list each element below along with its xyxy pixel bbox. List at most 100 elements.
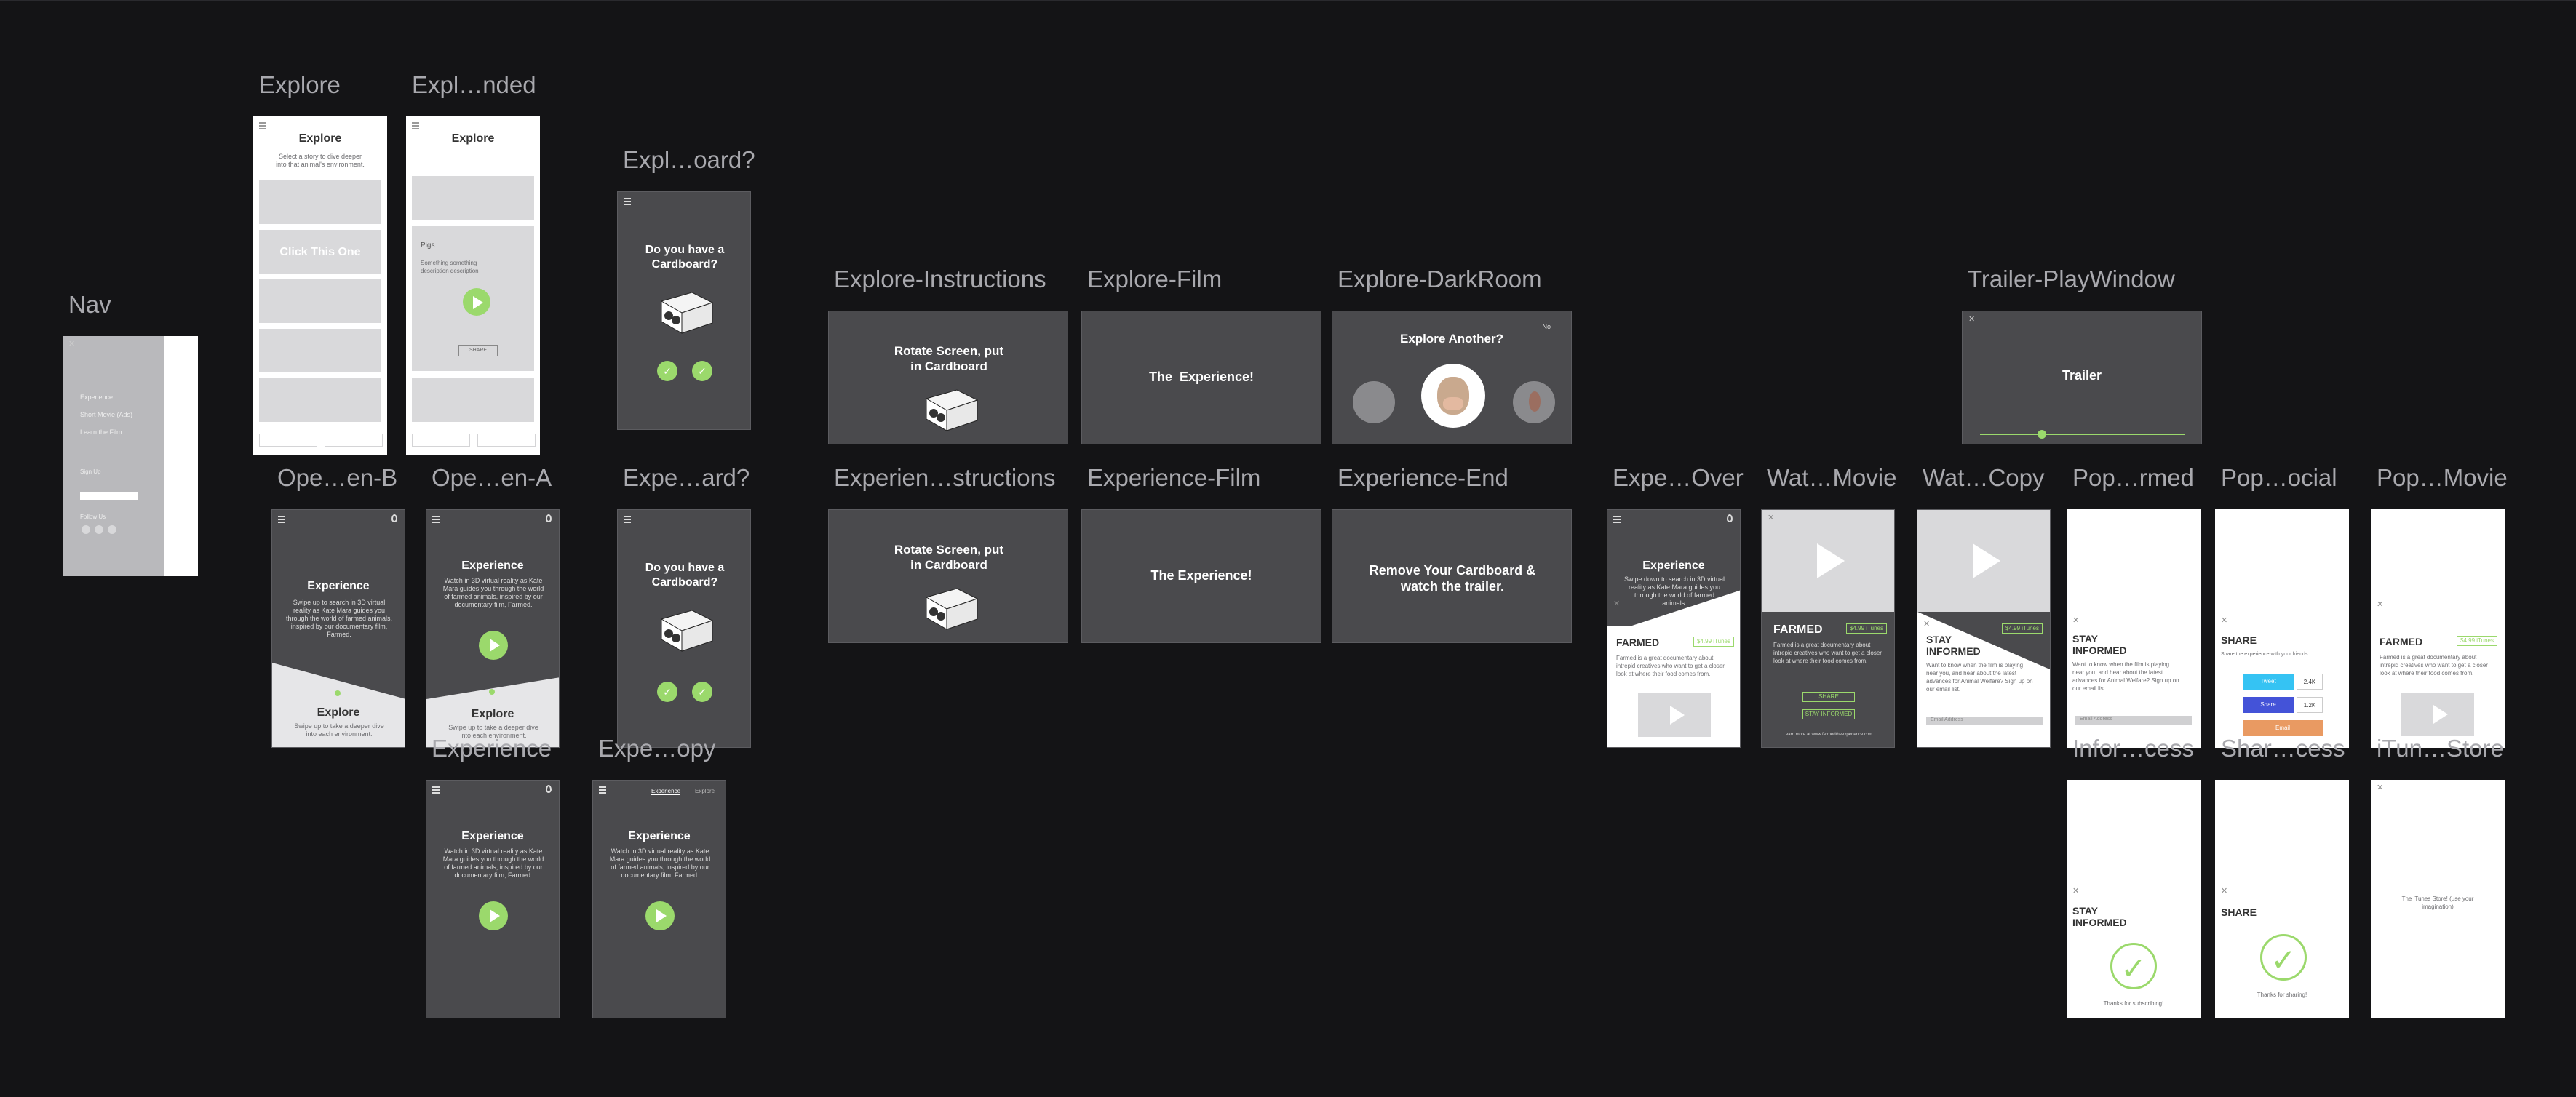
artboard-informed-success[interactable]: Infor…cess ✕ STAY INFORMED Thanks for su… xyxy=(2067,735,2201,1018)
menu-icon[interactable] xyxy=(432,516,440,523)
menu-icon[interactable] xyxy=(278,516,285,523)
artboard-explore-expanded[interactable]: Expl…nded Explore Pigs Something somethi… xyxy=(406,71,540,455)
bottom-tab[interactable] xyxy=(259,434,317,447)
footer-link[interactable]: Learn more at www.farmedtheexperience.co… xyxy=(1762,731,1894,739)
menu-icon[interactable] xyxy=(599,786,606,794)
itunes-tag[interactable]: $4.99 iTunes xyxy=(1693,637,1734,647)
artboard-experience-cardboard[interactable]: Expe…ard? Do you have a Cardboard? xyxy=(617,464,751,748)
bottom-tab[interactable] xyxy=(477,434,536,447)
facebook-icon[interactable] xyxy=(95,525,103,534)
story-card-highlight[interactable]: Click This One xyxy=(259,230,381,274)
progress-track[interactable] xyxy=(1980,434,2185,435)
tweet-button[interactable]: Tweet xyxy=(2243,674,2294,690)
close-icon[interactable]: ✕ xyxy=(2072,615,2079,625)
artboard-experience-instructions[interactable]: Experien…structions Rotate Screen, put i… xyxy=(828,464,1068,643)
close-icon[interactable]: ✕ xyxy=(2377,599,2383,609)
itunes-tag[interactable]: $4.99 iTunes xyxy=(2002,623,2043,634)
play-button[interactable] xyxy=(645,901,675,930)
artboard-explore-cardboard[interactable]: Expl…oard? Do you have a Cardboard? xyxy=(617,146,755,430)
no-button[interactable] xyxy=(692,361,712,381)
artboard-trailer-playwindow[interactable]: Trailer-PlayWindow ✕ Trailer xyxy=(1962,266,2202,444)
close-icon[interactable]: ✕ xyxy=(2221,615,2227,625)
artboard-open-b[interactable]: Ope…en-B Experience Swipe up to search i… xyxy=(271,464,405,748)
trailer-play-button[interactable] xyxy=(1638,693,1711,737)
email-button[interactable]: Email xyxy=(2243,720,2323,736)
artboard-experience-copy[interactable]: Expe…opy Experience Explore Experience W… xyxy=(592,735,726,1018)
artboard-experience-over[interactable]: Expe…Over Experience Swipe down to searc… xyxy=(1607,464,1744,748)
menu-icon[interactable] xyxy=(259,122,266,129)
drop-icon[interactable] xyxy=(1727,514,1733,522)
chicken-icon[interactable] xyxy=(1513,381,1555,423)
artboard-share-success[interactable]: Shar…cess ✕ SHARE Thanks for sharing! xyxy=(2215,735,2349,1018)
artboard-explore-darkroom[interactable]: Explore-DarkRoom No Explore Another? xyxy=(1332,266,1572,444)
close-icon[interactable]: ✕ xyxy=(68,339,75,348)
close-icon[interactable]: ✕ xyxy=(1968,314,1975,324)
instagram-icon[interactable] xyxy=(108,525,116,534)
artboard-watch-copy[interactable]: Wat…Copy $4.99 iTunes ✕ STAY INFORMED Wa… xyxy=(1917,464,2051,748)
artboard-explore[interactable]: Explore Explore Select a story to dive d… xyxy=(253,71,387,455)
share-button[interactable]: SHARE xyxy=(458,345,498,356)
play-button[interactable] xyxy=(479,901,508,930)
yes-button[interactable] xyxy=(657,361,677,381)
close-icon[interactable]: ✕ xyxy=(2221,886,2227,895)
video-area[interactable]: ✕ xyxy=(1762,510,1894,612)
artboard-experience-film[interactable]: Experience-Film The Experience! xyxy=(1081,464,1321,643)
nav-item-short-movie[interactable]: Short Movie (Ads) xyxy=(80,406,132,423)
story-card[interactable] xyxy=(412,176,534,220)
menu-icon[interactable] xyxy=(1613,516,1621,523)
progress-knob[interactable] xyxy=(2037,430,2046,439)
close-icon[interactable]: ✕ xyxy=(2072,886,2079,895)
artboard-open-a[interactable]: Ope…en-A Experience Watch in 3D virtual … xyxy=(426,464,560,748)
itunes-tag[interactable]: $4.99 iTunes xyxy=(1846,623,1887,634)
play-icon[interactable] xyxy=(1973,543,2000,578)
artboard-itunes-store[interactable]: iTun…Store ✕ The iTunes Store! (use your… xyxy=(2371,735,2505,1018)
close-icon[interactable]: ✕ xyxy=(1923,619,1930,629)
itunes-tag[interactable]: $4.99 iTunes xyxy=(2457,636,2497,646)
artboard-pop-informed[interactable]: Pop…rmed ✕ STAY INFORMED Want to know wh… xyxy=(2067,464,2201,748)
play-button[interactable] xyxy=(479,631,508,660)
nav-item-experience[interactable]: Experience xyxy=(80,388,132,406)
artboard-experience[interactable]: Experience Experience Watch in 3D virtua… xyxy=(426,735,560,1018)
cow-icon[interactable] xyxy=(1421,364,1485,428)
artboard-explore-instructions[interactable]: Explore-Instructions Rotate Screen, put … xyxy=(828,266,1068,444)
artboard-watch-movie[interactable]: Wat…Movie ✕ FARMED $4.99 iTunes Farmed i… xyxy=(1761,464,1896,748)
bottom-tab[interactable] xyxy=(325,434,383,447)
story-card[interactable] xyxy=(259,329,381,372)
no-link[interactable]: No xyxy=(1542,323,1551,330)
menu-icon[interactable] xyxy=(624,516,631,523)
facebook-share-button[interactable]: Share xyxy=(2243,697,2294,713)
artboard-explore-film[interactable]: Explore-Film The Experience! xyxy=(1081,266,1321,444)
artboard-pop-social[interactable]: Pop…ocial ✕ SHARE Share the experience w… xyxy=(2215,464,2349,748)
story-card-expanded[interactable]: Pigs Something something description des… xyxy=(412,226,534,371)
artboard-nav[interactable]: Nav ✕ Experience Short Movie (Ads) Learn… xyxy=(63,291,198,576)
close-icon[interactable]: ✕ xyxy=(2377,783,2383,792)
close-icon[interactable]: ✕ xyxy=(1613,599,1620,608)
menu-icon[interactable] xyxy=(624,198,631,205)
tab-experience[interactable]: Experience xyxy=(651,788,681,795)
menu-icon[interactable] xyxy=(432,786,440,794)
play-button[interactable] xyxy=(463,288,490,316)
tab-explore[interactable]: Explore xyxy=(695,788,715,794)
sheep-icon[interactable] xyxy=(1353,381,1395,423)
drop-icon[interactable] xyxy=(546,514,552,522)
artboard-experience-end[interactable]: Experience-End Remove Your Cardboard & w… xyxy=(1332,464,1572,643)
twitter-icon[interactable] xyxy=(82,525,90,534)
video-area[interactable] xyxy=(1917,510,2050,612)
artboard-pop-movie[interactable]: Pop…Movie ✕ FARMED $4.99 iTunes Farmed i… xyxy=(2371,464,2508,748)
share-button[interactable]: SHARE xyxy=(1802,692,1855,702)
trailer-play-button[interactable] xyxy=(2401,693,2474,736)
menu-icon[interactable] xyxy=(412,122,419,129)
yes-button[interactable] xyxy=(657,682,677,702)
no-button[interactable] xyxy=(692,682,712,702)
story-card[interactable] xyxy=(259,378,381,422)
story-card[interactable] xyxy=(259,180,381,224)
bottom-tab[interactable] xyxy=(412,434,470,447)
email-input[interactable]: Email Address xyxy=(1926,717,2043,725)
play-icon[interactable] xyxy=(1817,543,1845,578)
signup-input[interactable] xyxy=(80,492,138,500)
email-input[interactable]: Email Address xyxy=(2075,716,2192,725)
nav-item-learn[interactable]: Learn the Film xyxy=(80,423,132,441)
story-card[interactable] xyxy=(259,279,381,323)
drop-icon[interactable] xyxy=(391,514,397,522)
stay-informed-button[interactable]: STAY INFORMED xyxy=(1802,709,1855,719)
